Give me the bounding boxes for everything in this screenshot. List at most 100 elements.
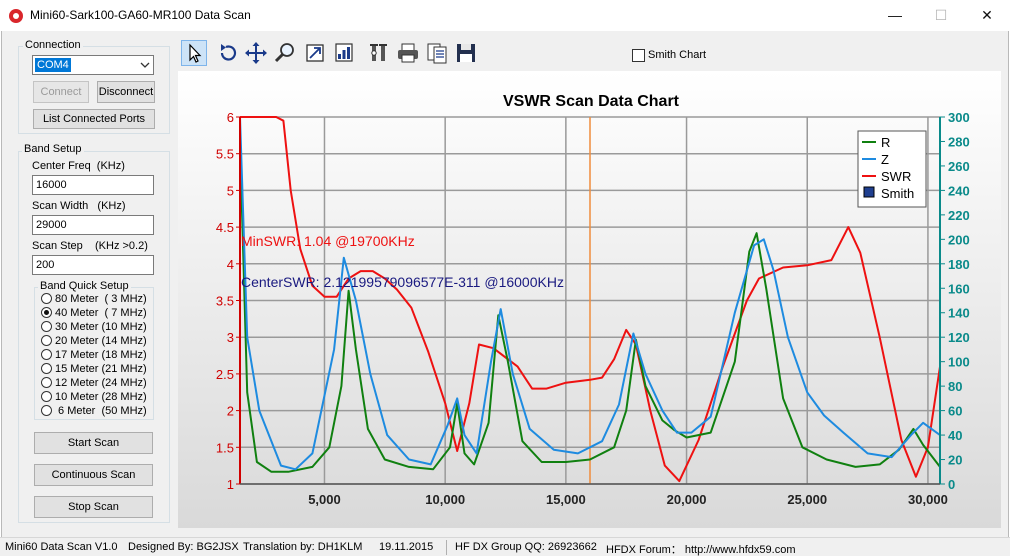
y-right-tick-label: 0 [948,477,955,492]
window-title: Mini60-Sark100-GA60-MR100 Data Scan [30,8,251,22]
min-swr-annotation: MinSWR: 1.04 @19700KHz [241,233,415,249]
y-left-tick-label: 3.5 [216,294,234,309]
print-icon[interactable] [395,40,421,66]
start-scan-button[interactable]: Start Scan [34,432,153,454]
y-right-tick-label: 100 [948,355,970,370]
y-right-tick-label: 240 [948,183,970,198]
band-radio-option[interactable]: 10 Meter (28 MHz) [41,391,153,405]
center-freq-input[interactable]: 16000 [32,175,154,195]
band-radio-option[interactable]: 80 Meter ( 3 MHz) [41,293,153,307]
radio-button[interactable] [41,335,52,346]
y-right-tick-label: 60 [948,404,962,419]
radio-button[interactable] [41,405,52,416]
band-radio-option[interactable]: 12 Meter (24 MHz) [41,377,153,391]
radio-button[interactable] [41,349,52,360]
legend-smith-swatch [863,186,875,198]
pan-icon[interactable] [243,40,269,66]
properties-icon[interactable] [366,40,392,66]
y-right-tick-label: 180 [948,257,970,272]
legend-entry-label: Smith [881,186,914,201]
band-radio-label: 6 Meter (50 MHz) [55,405,147,417]
y-right-tick-label: 120 [948,330,970,345]
y-left-tick-label: 2.5 [216,367,234,382]
y-right-tick-label: 200 [948,232,970,247]
band-radio-option[interactable]: 20 Meter (14 MHz) [41,335,153,349]
band-radio-label: 10 Meter (28 MHz) [55,391,147,403]
smith-chart-label: Smith Chart [648,49,707,61]
band-radio-option[interactable]: 17 Meter (18 MHz) [41,349,153,363]
save-icon[interactable] [453,40,479,66]
band-radio-option[interactable]: 15 Meter (21 MHz) [41,363,153,377]
status-forum: HFDX Forum： http://www.hfdx59.com [606,544,796,556]
band-radio-label: 12 Meter (24 MHz) [55,377,147,389]
list-ports-button[interactable]: List Connected Ports [33,109,155,129]
radio-button[interactable] [41,321,52,332]
radio-button[interactable] [41,307,52,318]
chevron-down-icon [140,62,150,68]
band-radio-label: 40 Meter ( 7 MHz) [55,307,147,319]
status-group: HF DX Group QQ: 26923662 [455,541,597,553]
radio-button[interactable] [41,391,52,402]
status-bar: Mini60 Data Scan V1.0 Designed By: BG2JS… [0,537,1010,556]
y-right-tick-label: 300 [948,110,970,125]
band-radio-list: 80 Meter ( 3 MHz) 40 Meter ( 7 MHz) 30 Met… [41,293,153,419]
close-button[interactable]: ✕ [964,0,1010,31]
y-left-tick-label: 4 [227,257,234,272]
x-tick-label: 5,000 [308,492,341,507]
y-right-tick-label: 40 [948,428,962,443]
y-left-tick-label: 2 [227,404,234,419]
y-left-tick-label: 5.5 [216,147,234,162]
band-radio-label: 80 Meter ( 3 MHz) [55,293,147,305]
scan-step-hint: (KHz >0.2) [95,240,148,252]
copy-data-icon[interactable] [424,40,450,66]
scan-step-input[interactable]: 200 [32,255,154,275]
zoom-fit-icon[interactable] [302,40,328,66]
minimize-button[interactable]: — [872,0,918,31]
y-left-tick-label: 6 [227,110,234,125]
disconnect-button[interactable]: Disconnect [97,81,155,103]
scan-width-input[interactable]: 29000 [32,215,154,235]
title-bar: Mini60-Sark100-GA60-MR100 Data Scan — ☐ … [0,0,1010,31]
y-right-tick-label: 260 [948,159,970,174]
legend-entry-label: Z [881,152,889,167]
legend-entry-label: SWR [881,169,911,184]
x-tick-label: 30,000 [908,492,948,507]
scan-width-label: Scan Width (KHz) [32,200,126,212]
radio-button[interactable] [41,377,52,388]
continuous-scan-button[interactable]: Continuous Scan [34,464,153,486]
x-tick-label: 20,000 [667,492,707,507]
chart-image-icon[interactable] [331,40,357,66]
y-left-tick-label: 4.5 [216,220,234,235]
band-quick-setup-title: Band Quick Setup [38,280,131,292]
port-select-value: COM4 [35,58,71,72]
y-right-tick-label: 20 [948,453,962,468]
radio-button[interactable] [41,293,52,304]
band-radio-option[interactable]: 30 Meter (10 MHz) [41,321,153,335]
chart-title: VSWR Scan Data Chart [503,93,680,110]
port-select[interactable]: COM4 [32,55,154,75]
band-radio-option[interactable]: 6 Meter (50 MHz) [41,405,153,419]
pointer-icon[interactable] [181,40,207,66]
app-icon [9,9,23,23]
x-tick-label: 25,000 [787,492,827,507]
y-right-tick-label: 140 [948,306,970,321]
y-right-tick-label: 160 [948,281,970,296]
radio-button[interactable] [41,363,52,374]
connect-button[interactable]: Connect [33,81,89,103]
stop-scan-button[interactable]: Stop Scan [34,496,153,518]
band-radio-option[interactable]: 40 Meter ( 7 MHz) [41,307,153,321]
zoom-icon[interactable] [272,40,298,66]
band-setup-title: Band Setup [22,143,84,155]
status-translation: Translation by: DH1KLM [243,541,363,553]
x-tick-label: 15,000 [546,492,586,507]
band-radio-label: 17 Meter (18 MHz) [55,349,147,361]
status-version: Mini60 Data Scan V1.0 [5,541,118,553]
smith-chart-checkbox[interactable] [632,49,645,62]
band-radio-label: 30 Meter (10 MHz) [55,321,147,333]
legend-entry-label: R [881,135,890,150]
center-swr-annotation: CenterSWR: 2.12199579096577E-311 @16000K… [241,274,564,290]
undo-zoom-icon[interactable] [215,40,241,66]
maximize-button[interactable]: ☐ [918,0,964,31]
x-tick-label: 10,000 [425,492,465,507]
y-left-tick-label: 1 [227,477,234,492]
